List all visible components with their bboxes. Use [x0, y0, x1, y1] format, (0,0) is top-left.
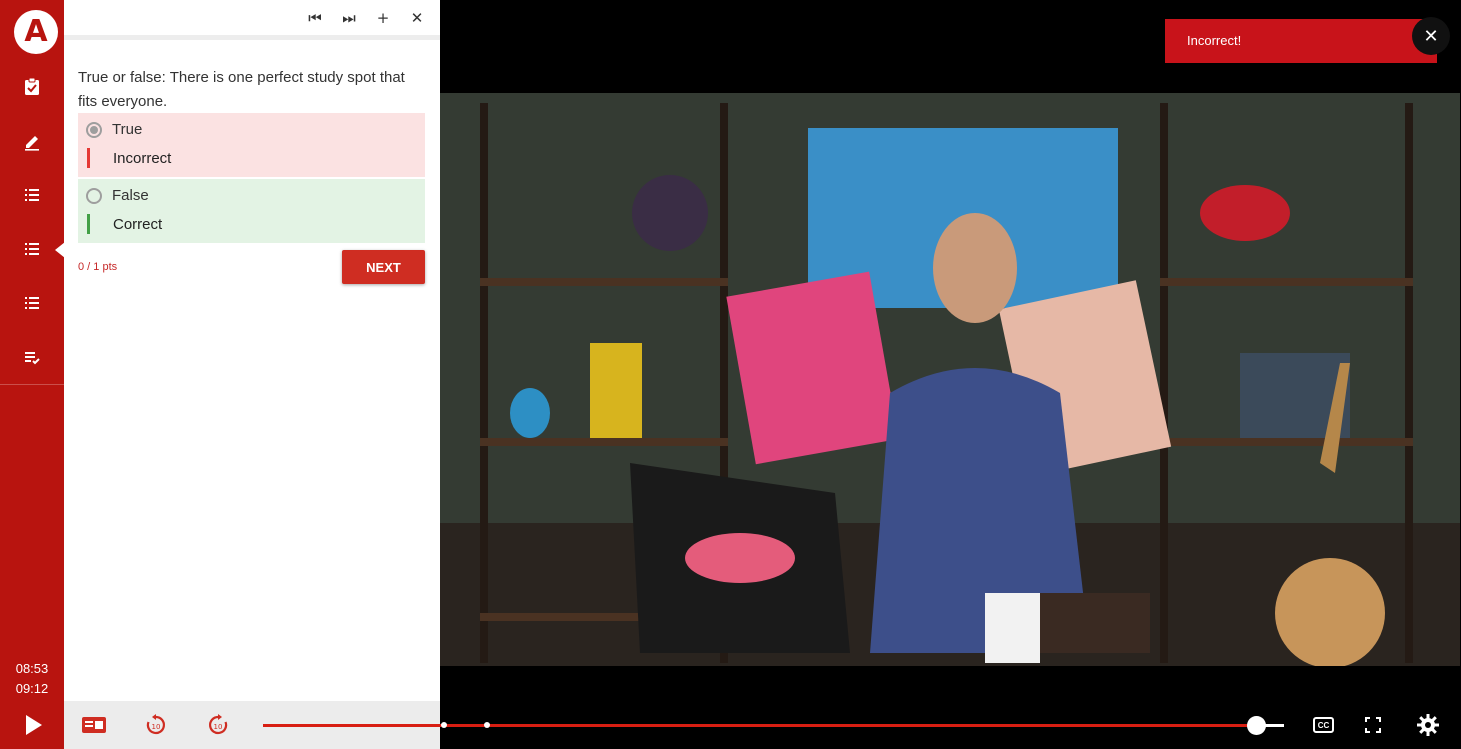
svg-text:10: 10 [214, 723, 223, 731]
app-logo[interactable]: A [14, 10, 58, 54]
plus-icon: + [376, 8, 390, 27]
toast-message: Incorrect! [1187, 33, 1242, 48]
correct-indicator-bar [87, 214, 90, 234]
option-false[interactable]: False Correct [78, 179, 425, 243]
svg-text:10: 10 [152, 723, 161, 731]
radio-true[interactable] [86, 122, 102, 138]
progress-marker [484, 722, 490, 728]
nav-notes[interactable] [0, 114, 64, 168]
progress-bar[interactable] [263, 722, 1258, 728]
settings-button[interactable] [1414, 711, 1442, 739]
close-icon: ✕ [410, 8, 424, 27]
list-icon [25, 243, 39, 255]
nav-assignment[interactable] [0, 60, 64, 114]
quiz-panel: ⏮ ⏭ + ✕ True or false: There is one perf… [64, 0, 440, 705]
fullscreen-button[interactable] [1359, 711, 1387, 739]
forward-10-button[interactable]: 10 [204, 711, 232, 739]
gear-icon [1417, 714, 1439, 736]
skip-to-first-button[interactable]: ⏮ [300, 3, 330, 33]
incorrect-indicator-bar [87, 148, 90, 168]
fullscreen-icon [1365, 717, 1381, 733]
pencil-icon [25, 136, 39, 151]
option-feedback: Correct [113, 216, 163, 233]
scrubber-handle[interactable] [1247, 716, 1266, 735]
captions-button[interactable]: CC [1313, 717, 1334, 733]
progress-marker [441, 722, 447, 728]
playlist-check-icon [25, 352, 40, 365]
play-button[interactable] [0, 701, 64, 749]
list-icon [25, 189, 39, 201]
play-icon [26, 715, 42, 735]
forward-10-icon: 10 [209, 714, 228, 735]
next-button[interactable]: NEXT [342, 250, 425, 284]
skip-to-last-button[interactable]: ⏭ [334, 3, 364, 33]
rail-divider [0, 384, 64, 385]
rail-nav [0, 60, 65, 384]
quiz-toolbar: ⏮ ⏭ + ✕ [64, 0, 440, 40]
logo-letter: A [24, 14, 48, 49]
nav-list-2-active[interactable] [0, 222, 65, 276]
option-feedback: Incorrect [113, 150, 172, 167]
add-button[interactable]: + [368, 3, 398, 33]
nav-list-3[interactable] [0, 276, 64, 330]
player-controls: 10 10 CC [0, 701, 1461, 749]
rewind-10-button[interactable]: 10 [142, 711, 170, 739]
points-score: 0 / 1 pts [78, 261, 118, 273]
nav-playlist-check[interactable] [0, 330, 64, 384]
transcript-button[interactable] [80, 711, 108, 739]
transcript-icon [82, 717, 106, 733]
time-total: 09:12 [15, 681, 49, 696]
close-panel-button[interactable]: ✕ [402, 3, 432, 33]
skip-last-icon: ⏭ [342, 8, 356, 27]
left-rail: A 08:53 09:12 [0, 0, 65, 749]
option-label: True [112, 121, 143, 138]
radio-false[interactable] [86, 188, 102, 204]
skip-first-icon: ⏮ [308, 8, 322, 27]
video-player[interactable] [440, 93, 1460, 666]
option-true[interactable]: True Incorrect [78, 113, 425, 177]
result-toast: Incorrect! [1165, 19, 1437, 63]
option-label: False [112, 187, 149, 204]
list-icon [25, 297, 39, 309]
close-icon: ✕ [1423, 25, 1439, 47]
video-frame [440, 93, 1460, 666]
nav-list-1[interactable] [0, 168, 64, 222]
rewind-10-icon: 10 [146, 714, 165, 735]
question-text: True or false: There is one perfect stud… [78, 69, 405, 110]
toast-close-button[interactable]: ✕ [1412, 17, 1450, 55]
assignment-icon [25, 77, 39, 95]
time-elapsed: 08:53 [15, 661, 49, 676]
